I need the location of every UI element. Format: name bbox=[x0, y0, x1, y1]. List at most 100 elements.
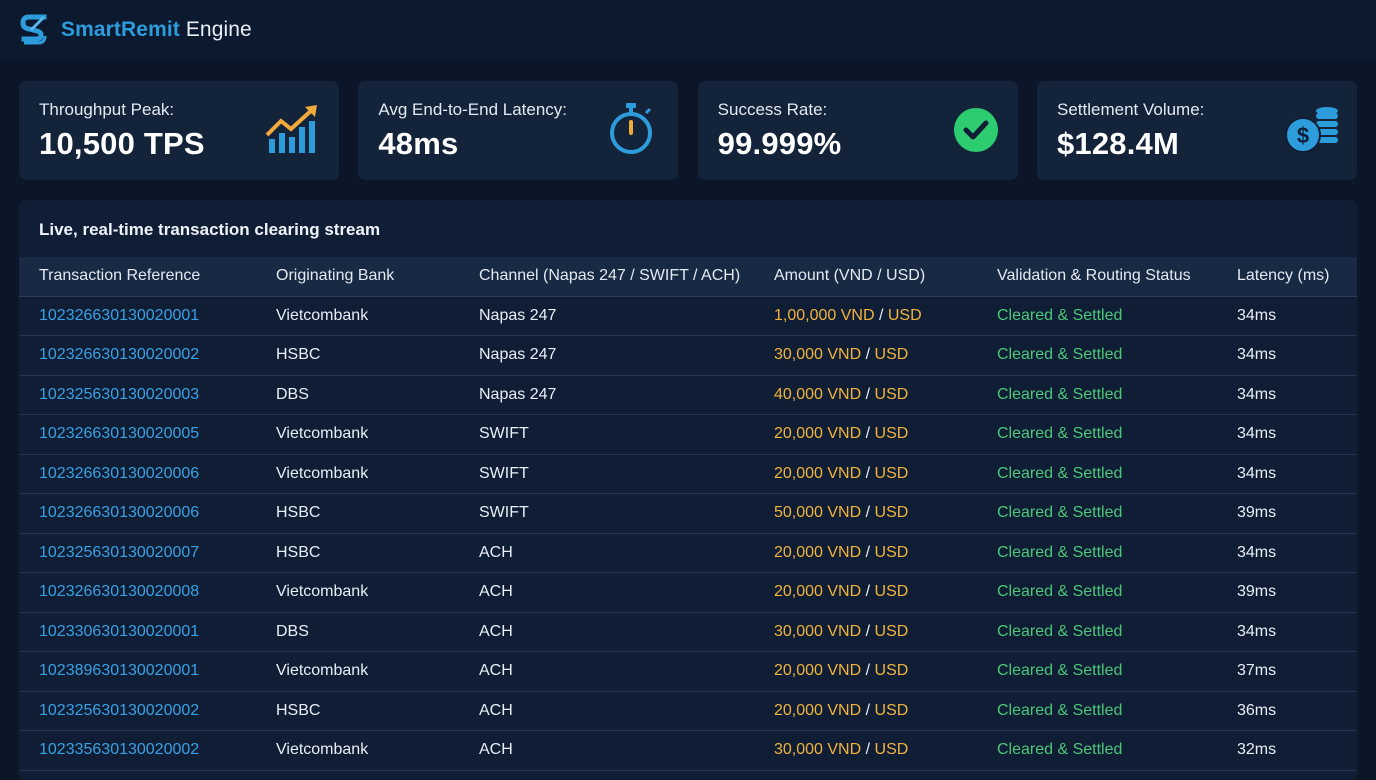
amount-cell: 30,000 VND / USD bbox=[754, 730, 977, 771]
amount-separator: / bbox=[861, 662, 875, 680]
amount-separator: / bbox=[861, 583, 875, 601]
transaction-reference-link[interactable]: 102326630130020005 bbox=[19, 414, 256, 455]
amount-separator: / bbox=[861, 622, 875, 640]
originating-bank-cell: Vietcombank bbox=[256, 572, 459, 613]
amount-usd: USD bbox=[874, 583, 909, 601]
transaction-reference-link[interactable]: 102326630130020001 bbox=[19, 296, 256, 336]
latency-card: Avg End-to-End Latency: 48ms bbox=[358, 81, 679, 180]
table-row[interactable]: 102326630130020002 HSBC Napas 247 30,000 VN… bbox=[19, 335, 1357, 376]
amount-separator: / bbox=[861, 425, 875, 443]
amount-usd: USD bbox=[874, 425, 909, 443]
column-header-status[interactable]: Validation & Routing Status bbox=[977, 257, 1217, 297]
originating-bank-cell: Vietcombank bbox=[256, 296, 459, 336]
channel-cell: ACH bbox=[459, 533, 754, 573]
amount-vnd: 50,000 VND bbox=[774, 504, 862, 522]
transaction-reference-link[interactable]: 102389630130020001 bbox=[19, 651, 256, 692]
column-header-latency[interactable]: Latency (ms) bbox=[1217, 257, 1357, 297]
amount-separator: / bbox=[874, 306, 888, 324]
panel-title: Live, real-time transaction clearing str… bbox=[39, 220, 381, 239]
originating-bank-cell: Vietcombank bbox=[256, 454, 459, 494]
amount-usd: USD bbox=[874, 701, 909, 719]
amount-cell: 20,000 VND / USD bbox=[754, 651, 977, 692]
table-row[interactable]: 102325630130020007 HSBC ACH 20,000 VND / US… bbox=[19, 533, 1357, 573]
channel-cell: ACH bbox=[459, 651, 754, 692]
amount-usd: USD bbox=[874, 464, 909, 482]
table-row[interactable]: 102326630130020006 Vietcombank SWIFT 20,000… bbox=[19, 454, 1357, 494]
amount-vnd: 40,000 VND bbox=[774, 385, 862, 403]
latency-cell: 39ms bbox=[1217, 493, 1357, 534]
transaction-stream-panel: Live, real-time transaction clearing str… bbox=[19, 200, 1357, 780]
channel-cell: ACH bbox=[459, 730, 754, 771]
column-header-amount[interactable]: Amount (VND / USD) bbox=[754, 257, 977, 297]
settlement-volume-card: Settlement Volume: $128.4M $ bbox=[1036, 81, 1357, 180]
latency-cell: 34ms bbox=[1217, 454, 1357, 494]
app-title: SmartRemit Engine bbox=[61, 18, 252, 41]
transaction-reference-link[interactable]: 102325630130020002 bbox=[19, 691, 256, 731]
amount-separator: / bbox=[861, 701, 875, 719]
table-row[interactable]: 102335630130020002 Vietcombank ACH 30,000 V… bbox=[19, 730, 1357, 771]
status-cell: Cleared & Settled bbox=[977, 691, 1217, 731]
status-cell: Cleared & Settled bbox=[977, 296, 1217, 336]
transaction-reference-link[interactable]: 102330630130020001 bbox=[19, 612, 256, 652]
latency-cell: 32ms bbox=[1217, 730, 1357, 771]
amount-cell: 20,000 VND / USD bbox=[754, 533, 977, 573]
transaction-table: Transaction Reference Originating Bank C… bbox=[19, 257, 1357, 771]
status-cell: Cleared & Settled bbox=[977, 533, 1217, 573]
amount-usd: USD bbox=[887, 306, 922, 324]
smartremit-logo-icon bbox=[20, 14, 47, 45]
status-cell: Cleared & Settled bbox=[977, 730, 1217, 771]
amount-vnd: 30,000 VND bbox=[774, 741, 862, 759]
table-row[interactable]: 102326630130020001 Vietcombank Napas 247 1,… bbox=[19, 296, 1357, 336]
latency-cell: 34ms bbox=[1217, 414, 1357, 455]
transaction-reference-link[interactable]: 102326630130020006 bbox=[19, 454, 256, 494]
transaction-reference-link[interactable]: 102335630130020002 bbox=[19, 730, 256, 771]
latency-cell: 39ms bbox=[1217, 572, 1357, 613]
svg-text:$: $ bbox=[1297, 123, 1309, 148]
table-row[interactable]: 102326630130020005 Vietcombank SWIFT 20,000… bbox=[19, 414, 1357, 455]
amount-separator: / bbox=[861, 504, 875, 522]
channel-cell: SWIFT bbox=[459, 414, 754, 455]
table-row[interactable]: 102325630130020002 HSBC ACH 20,000 VND / US… bbox=[19, 691, 1357, 731]
latency-cell: 37ms bbox=[1217, 651, 1357, 692]
table-row[interactable]: 102326630130020008 Vietcombank ACH 20,000 V… bbox=[19, 572, 1357, 613]
column-header-reference[interactable]: Transaction Reference bbox=[19, 257, 256, 297]
table-row[interactable]: 102325630130020003 DBS Napas 247 40,000 VND… bbox=[19, 375, 1357, 415]
status-cell: Cleared & Settled bbox=[977, 375, 1217, 415]
column-header-channel[interactable]: Channel (Napas 247 / SWIFT / ACH) bbox=[459, 257, 754, 297]
table-row[interactable]: 102389630130020001 Vietcombank ACH 20,000 V… bbox=[19, 651, 1357, 692]
latency-cell: 34ms bbox=[1217, 375, 1357, 415]
originating-bank-cell: HSBC bbox=[256, 691, 459, 731]
latency-cell: 34ms bbox=[1217, 533, 1357, 573]
amount-usd: USD bbox=[874, 622, 909, 640]
originating-bank-cell: HSBC bbox=[256, 533, 459, 573]
amount-vnd: 30,000 VND bbox=[774, 622, 862, 640]
channel-cell: ACH bbox=[459, 691, 754, 731]
channel-cell: Napas 247 bbox=[459, 335, 754, 376]
amount-cell: 20,000 VND / USD bbox=[754, 454, 977, 494]
status-cell: Cleared & Settled bbox=[977, 651, 1217, 692]
table-row[interactable]: 102330630130020001 DBS ACH 30,000 VND / USD… bbox=[19, 612, 1357, 652]
channel-cell: SWIFT bbox=[459, 493, 754, 534]
transaction-reference-link[interactable]: 102325630130020007 bbox=[19, 533, 256, 573]
transaction-reference-link[interactable]: 102325630130020003 bbox=[19, 375, 256, 415]
amount-vnd: 20,000 VND bbox=[774, 425, 862, 443]
amount-vnd: 20,000 VND bbox=[774, 583, 862, 601]
transaction-reference-link[interactable]: 102326630130020002 bbox=[19, 335, 256, 376]
amount-cell: 1,00,000 VND / USD bbox=[754, 296, 977, 336]
amount-separator: / bbox=[861, 741, 875, 759]
table-row[interactable]: 102326630130020006 HSBC SWIFT 50,000 VND / … bbox=[19, 493, 1357, 534]
transaction-reference-link[interactable]: 102326630130020006 bbox=[19, 493, 256, 534]
amount-vnd: 20,000 VND bbox=[774, 662, 862, 680]
amount-usd: USD bbox=[874, 543, 909, 561]
originating-bank-cell: Vietcombank bbox=[256, 730, 459, 771]
metric-cards: Throughput Peak: 10,500 TPS Avg End-to-E… bbox=[19, 81, 1357, 180]
transaction-reference-link[interactable]: 102326630130020008 bbox=[19, 572, 256, 613]
amount-vnd: 20,000 VND bbox=[774, 464, 862, 482]
originating-bank-cell: DBS bbox=[256, 612, 459, 652]
originating-bank-cell: DBS bbox=[256, 375, 459, 415]
amount-cell: 20,000 VND / USD bbox=[754, 691, 977, 731]
amount-vnd: 1,00,000 VND bbox=[774, 306, 875, 324]
channel-cell: SWIFT bbox=[459, 454, 754, 494]
column-header-bank[interactable]: Originating Bank bbox=[256, 257, 459, 297]
originating-bank-cell: Vietcombank bbox=[256, 651, 459, 692]
